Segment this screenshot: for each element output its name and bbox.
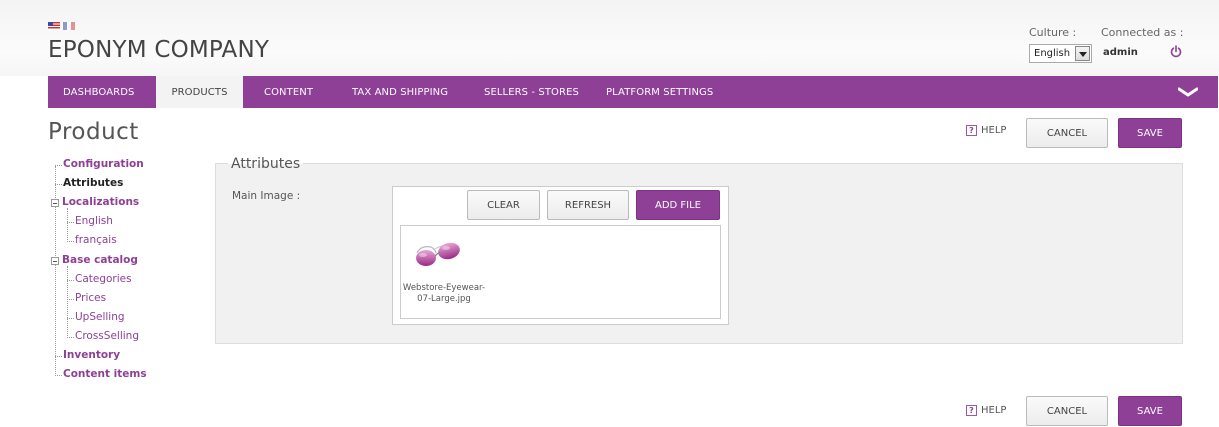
nav-content[interactable]: CONTENT <box>264 76 313 108</box>
help-label: HELP <box>981 125 1007 136</box>
save-button[interactable]: SAVE <box>1118 118 1182 148</box>
cancel-button[interactable]: CANCEL <box>1026 118 1108 148</box>
language-flags <box>48 22 75 30</box>
us-flag-icon[interactable] <box>48 22 60 30</box>
cancel-button-bottom[interactable]: CANCEL <box>1026 396 1108 426</box>
culture-select[interactable]: English <box>1029 44 1092 63</box>
tree-item-francais[interactable]: français <box>75 231 117 250</box>
image-filename-line-2: 07-Large.jpg <box>417 294 471 304</box>
tree-item-english[interactable]: English <box>75 212 113 231</box>
culture-select-value: English <box>1034 48 1071 59</box>
clear-button[interactable]: CLEAR <box>467 190 540 220</box>
tree-item-prices[interactable]: Prices <box>75 289 106 308</box>
main-nav: DASHBOARDS PRODUCTS CONTENT TAX AND SHIP… <box>48 76 1218 108</box>
tree-item-inventory[interactable]: Inventory <box>63 346 120 365</box>
nav-dashboards[interactable]: DASHBOARDS <box>63 76 134 108</box>
help-link-bottom[interactable]: ? HELP <box>966 405 1006 416</box>
company-name: EPONYM COMPANY <box>48 37 270 63</box>
save-button-bottom[interactable]: SAVE <box>1118 396 1182 426</box>
tree-item-categories[interactable]: Categories <box>75 270 132 289</box>
collapse-icon[interactable] <box>51 199 59 207</box>
power-icon[interactable] <box>1170 45 1182 58</box>
tree-item-configuration[interactable]: Configuration <box>63 155 144 174</box>
nav-platform-settings[interactable]: PLATFORM SETTINGS <box>606 76 713 108</box>
tree-item-base-catalog[interactable]: Base catalog <box>62 251 138 270</box>
help-icon: ? <box>966 405 977 416</box>
main-image-label: Main Image : <box>232 190 301 202</box>
username: admin <box>1103 47 1138 58</box>
fr-flag-icon[interactable] <box>63 22 75 30</box>
tree-item-attributes[interactable]: Attributes <box>63 174 123 193</box>
help-label: HELP <box>981 405 1007 416</box>
tree-item-upselling[interactable]: UpSelling <box>75 308 125 327</box>
nav-sellers-stores[interactable]: SELLERS - STORES <box>484 76 579 108</box>
page-title: Product <box>48 119 139 145</box>
tree-item-crossselling[interactable]: CrossSelling <box>75 327 139 346</box>
connected-as-label: Connected as : <box>1101 26 1184 39</box>
collapse-icon[interactable] <box>51 257 59 265</box>
chevron-down-icon[interactable] <box>1075 46 1090 61</box>
attributes-legend: Attributes <box>228 156 304 172</box>
tree-item-content-items[interactable]: Content items <box>63 365 147 384</box>
help-link[interactable]: ? HELP <box>966 125 1006 136</box>
chevron-down-icon[interactable] <box>1178 87 1198 97</box>
refresh-button[interactable]: REFRESH <box>547 190 629 220</box>
nav-tax-shipping[interactable]: TAX AND SHIPPING <box>352 76 448 108</box>
help-icon: ? <box>966 125 977 136</box>
tree-item-localizations[interactable]: Localizations <box>62 193 139 212</box>
app-header: EPONYM COMPANY Culture : Connected as : … <box>0 0 1219 76</box>
culture-label: Culture : <box>1029 26 1077 39</box>
add-file-button[interactable]: ADD FILE <box>636 190 720 220</box>
image-filename-line-1: Webstore-Eyewear- <box>402 283 486 293</box>
image-filename: Webstore-Eyewear- 07-Large.jpg <box>400 283 488 305</box>
sunglasses-image[interactable] <box>413 236 463 272</box>
nav-products[interactable]: PRODUCTS <box>156 76 243 108</box>
